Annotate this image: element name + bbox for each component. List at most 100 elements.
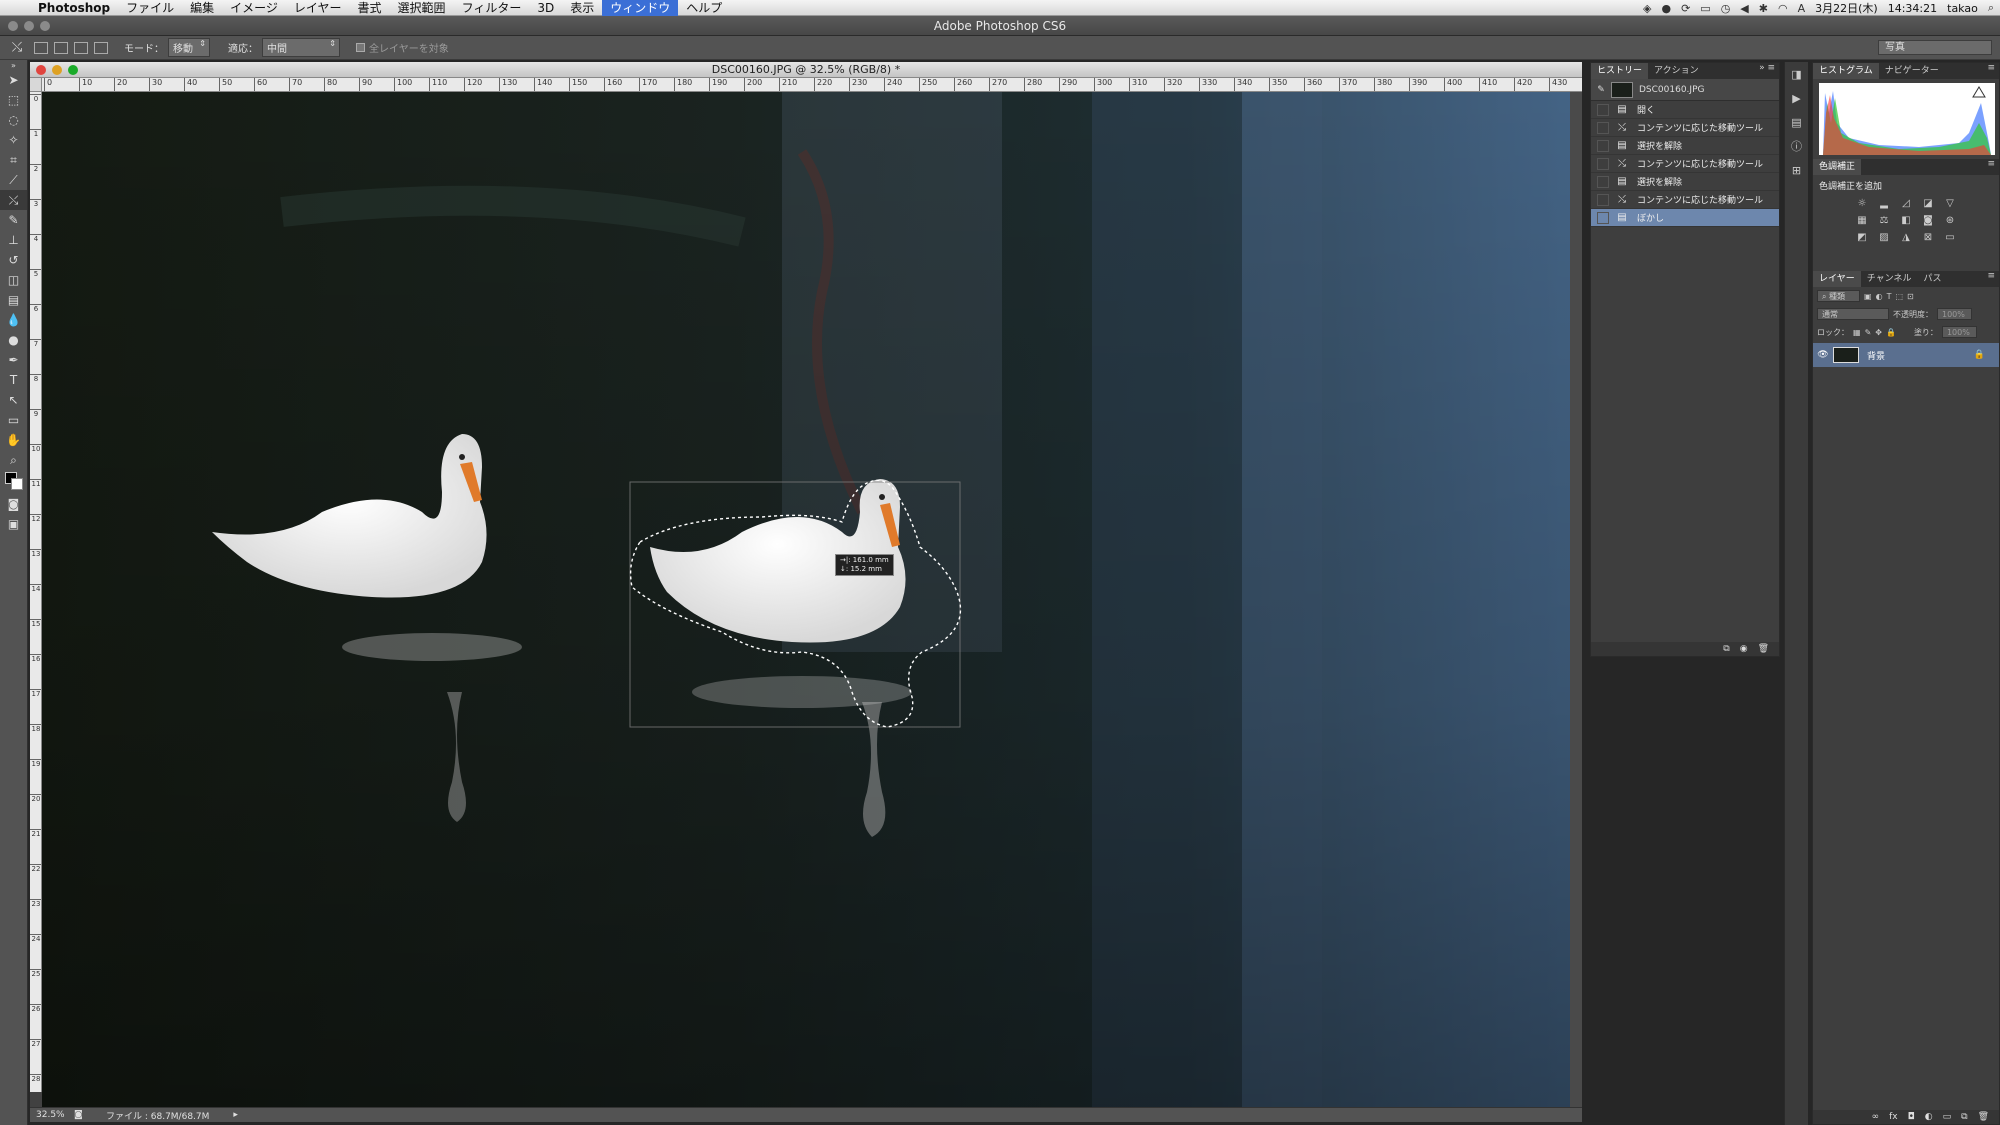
wifi-icon[interactable]: ◠ bbox=[1778, 2, 1788, 15]
new-document-from-state-icon[interactable]: ⧉ bbox=[1723, 644, 1729, 654]
add-mask-icon[interactable]: ◘ bbox=[1908, 1112, 1915, 1122]
hand-tool-icon[interactable]: ✋ bbox=[0, 430, 27, 450]
spotlight-icon[interactable]: ⌕ bbox=[1988, 1, 1994, 15]
filter-shape-icon[interactable]: ⬚ bbox=[1895, 292, 1903, 301]
history-state[interactable]: ▤ 選択を解除 bbox=[1591, 137, 1779, 155]
menu-file[interactable]: ファイル bbox=[118, 0, 182, 16]
minimize-document-icon[interactable] bbox=[52, 65, 62, 75]
minimize-window-icon[interactable] bbox=[24, 21, 34, 31]
tab-histogram[interactable]: ヒストグラム bbox=[1813, 63, 1879, 79]
menu-window[interactable]: ウィンドウ bbox=[602, 0, 679, 16]
history-source-checkbox[interactable] bbox=[1597, 175, 1609, 188]
toolbox-collapse-icon[interactable]: » bbox=[0, 60, 27, 70]
color-balance-icon[interactable]: ⚖ bbox=[1875, 215, 1893, 226]
black-white-icon[interactable]: ◧ bbox=[1897, 215, 1915, 226]
display-icon[interactable]: ▭ bbox=[1700, 2, 1710, 15]
type-tool-icon[interactable]: T bbox=[0, 370, 27, 390]
all-layers-checkbox[interactable] bbox=[356, 43, 365, 52]
adjustments-menu-icon[interactable]: ≡ bbox=[1987, 159, 1995, 169]
brightness-icon[interactable]: ☼ bbox=[1853, 198, 1871, 209]
layer-kind-select[interactable]: ⌕ 種類 bbox=[1817, 290, 1861, 302]
vibrance-icon[interactable]: ▽ bbox=[1941, 198, 1959, 209]
exposure-icon[interactable]: ◪ bbox=[1919, 198, 1937, 209]
zoom-document-icon[interactable] bbox=[68, 65, 78, 75]
tab-history[interactable]: ヒストリー bbox=[1591, 63, 1649, 79]
layer-style-icon[interactable]: fx bbox=[1889, 1112, 1898, 1122]
menubar-user[interactable]: takao bbox=[1947, 2, 1978, 15]
bluetooth-icon[interactable]: ✱ bbox=[1759, 2, 1768, 15]
menu-filter[interactable]: フィルター bbox=[454, 0, 530, 16]
selection-new-icon[interactable] bbox=[34, 41, 48, 54]
photo-filter-icon[interactable]: ◙ bbox=[1919, 215, 1937, 226]
content-aware-move-tool-icon[interactable]: ⤯ bbox=[0, 40, 34, 55]
crop-tool-icon[interactable]: ⌗ bbox=[0, 150, 27, 170]
history-source-checkbox[interactable] bbox=[1597, 139, 1609, 152]
channel-mixer-icon[interactable]: ⊛ bbox=[1941, 215, 1959, 226]
menu-select[interactable]: 選択範囲 bbox=[390, 0, 454, 16]
path-select-tool-icon[interactable]: ↖ bbox=[0, 390, 27, 410]
delete-state-icon[interactable]: 🗑 bbox=[1758, 644, 1769, 654]
selective-color-icon[interactable]: ⊠ bbox=[1919, 232, 1937, 243]
menu-3d[interactable]: 3D bbox=[529, 1, 562, 15]
menu-layer[interactable]: レイヤー bbox=[286, 0, 350, 16]
layer-name[interactable]: 背景 bbox=[1867, 349, 1885, 362]
content-aware-move-tool-icon[interactable]: ⤯ bbox=[0, 190, 27, 210]
histogram-menu-icon[interactable]: ≡ bbox=[1987, 63, 1995, 73]
menu-help[interactable]: ヘルプ bbox=[678, 0, 730, 16]
history-source-checkbox[interactable] bbox=[1597, 193, 1609, 206]
background-color-swatch[interactable] bbox=[11, 478, 23, 490]
adapt-select[interactable]: 中間 bbox=[262, 38, 340, 57]
delete-layer-icon[interactable]: 🗑 bbox=[1978, 1112, 1989, 1122]
filter-pixel-icon[interactable]: ▣ bbox=[1864, 292, 1872, 301]
history-state[interactable]: ▤ ぼかし bbox=[1591, 209, 1779, 227]
layer-visibility-eye-icon[interactable]: 👁 bbox=[1813, 350, 1833, 360]
input-method-icon[interactable]: A bbox=[1798, 2, 1806, 15]
clone-stamp-tool-icon[interactable]: ⊥ bbox=[0, 230, 27, 250]
time-machine-icon[interactable]: ◷ bbox=[1721, 2, 1731, 15]
history-source-checkbox[interactable] bbox=[1597, 157, 1609, 170]
quick-mask-icon[interactable]: ◙ bbox=[0, 494, 27, 514]
history-state[interactable]: ⤯ コンテンツに応じた移動ツール bbox=[1591, 119, 1779, 137]
history-brush-tool-icon[interactable]: ↺ bbox=[0, 250, 27, 270]
lock-all-icon[interactable]: 🔒 bbox=[1886, 328, 1896, 337]
tab-navigator[interactable]: ナビゲーター bbox=[1879, 63, 1945, 79]
panel-menu-icon[interactable]: » ≡ bbox=[1759, 63, 1775, 73]
close-window-icon[interactable] bbox=[8, 21, 18, 31]
status-info-icon[interactable]: ◙ bbox=[74, 1110, 88, 1120]
gradient-tool-icon[interactable]: ▤ bbox=[0, 290, 27, 310]
eyedropper-tool-icon[interactable]: ⟋ bbox=[0, 170, 27, 190]
new-layer-icon[interactable]: ⧉ bbox=[1961, 1112, 1967, 1122]
selection-intersect-icon[interactable] bbox=[94, 41, 108, 54]
opacity-field[interactable]: 100% bbox=[1937, 308, 1972, 320]
history-snapshot[interactable]: ✎ DSC00160.JPG bbox=[1591, 79, 1779, 101]
menubar-date[interactable]: 3月22日(木) bbox=[1815, 0, 1878, 16]
eraser-tool-icon[interactable]: ◫ bbox=[0, 270, 27, 290]
menu-type[interactable]: 書式 bbox=[350, 0, 390, 16]
gradient-map-icon[interactable]: ▭ bbox=[1941, 232, 1959, 243]
info-dock-icon[interactable]: ⓘ bbox=[1785, 134, 1808, 158]
tab-channels[interactable]: チャンネル bbox=[1861, 271, 1918, 287]
history-state[interactable]: ⤯ コンテンツに応じた移動ツール bbox=[1591, 155, 1779, 173]
history-source-checkbox[interactable] bbox=[1597, 211, 1609, 224]
mode-select[interactable]: 移動 bbox=[168, 38, 210, 57]
workspace-select[interactable]: 写真 bbox=[1878, 40, 1992, 55]
brush-tool-icon[interactable]: ✎ bbox=[0, 210, 27, 230]
new-group-icon[interactable]: ▭ bbox=[1943, 1112, 1952, 1122]
zoom-tool-icon[interactable]: ⌕ bbox=[0, 450, 27, 470]
link-layers-icon[interactable]: ∞ bbox=[1872, 1112, 1880, 1122]
new-snapshot-icon[interactable]: ◉ bbox=[1740, 644, 1748, 654]
pen-tool-icon[interactable]: ✒ bbox=[0, 350, 27, 370]
fill-field[interactable]: 100% bbox=[1941, 326, 1977, 338]
quick-select-tool-icon[interactable]: ✧ bbox=[0, 130, 27, 150]
tab-actions[interactable]: アクション bbox=[1648, 63, 1705, 79]
lock-transparent-icon[interactable]: ▦ bbox=[1853, 328, 1861, 337]
history-dock-icon[interactable]: ◨ bbox=[1785, 62, 1808, 86]
dodge-tool-icon[interactable]: ● bbox=[0, 330, 27, 350]
filter-smart-object-icon[interactable]: ⊡ bbox=[1907, 292, 1914, 301]
invert-icon[interactable]: ◩ bbox=[1853, 232, 1871, 243]
lock-position-icon[interactable]: ✥ bbox=[1875, 328, 1882, 337]
threshold-icon[interactable]: ◮ bbox=[1897, 232, 1915, 243]
menu-image[interactable]: イメージ bbox=[222, 0, 286, 16]
move-tool-icon[interactable]: ➤ bbox=[0, 70, 27, 90]
properties-dock-icon[interactable]: ▤ bbox=[1785, 110, 1808, 134]
